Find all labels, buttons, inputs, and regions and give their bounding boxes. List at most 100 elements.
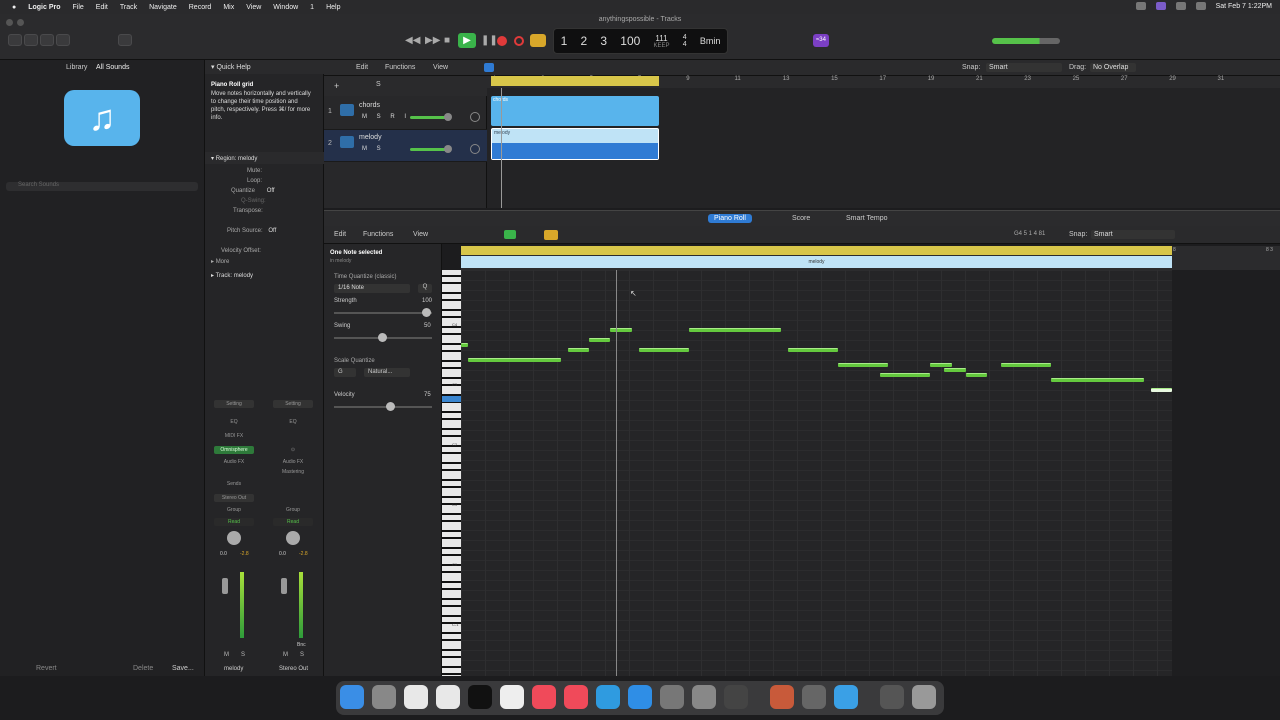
downloads-icon[interactable] [880,685,904,709]
launchpad-icon[interactable] [372,685,396,709]
region-melody[interactable]: melody [491,128,659,160]
midi-note[interactable] [1051,378,1144,382]
pitch-source-value[interactable]: Off [268,228,276,234]
solo-button[interactable]: S [300,652,304,658]
midi-note[interactable] [461,343,469,347]
count-in-badge[interactable]: ≈34 [813,34,829,47]
menu-window[interactable]: Window [273,4,298,11]
menu-help[interactable]: Help [326,4,340,11]
play-button[interactable]: ▶ [458,33,476,48]
apple-icon[interactable]: ● [12,4,16,11]
track-pan-knob[interactable] [470,144,480,154]
midi-in-icon[interactable] [504,230,516,239]
quantize-value[interactable]: Off [267,188,275,194]
swing-slider-thumb[interactable] [378,333,387,342]
midi-note[interactable] [930,363,952,367]
news-icon[interactable] [564,685,588,709]
midi-note[interactable] [588,338,611,342]
menu-mix[interactable]: Mix [223,4,234,11]
playhead[interactable] [616,270,617,676]
drag-select[interactable]: No Overlap [1090,63,1136,72]
output-slot[interactable]: Stereo Out [214,494,254,502]
pr-snap-select[interactable]: Smart [1091,230,1175,239]
setting-button[interactable]: Setting [214,400,254,408]
editors-toggle-icon[interactable] [118,34,132,46]
tab-piano-roll[interactable]: Piano Roll [708,214,752,223]
midi-note[interactable] [965,373,988,377]
tab-score[interactable]: Score [786,214,816,223]
midi-note[interactable] [468,358,561,362]
tracks-view-menu[interactable]: View [433,64,448,71]
activity-monitor-icon[interactable] [724,685,748,709]
track-pan-knob[interactable] [470,112,480,122]
midi-note[interactable] [944,368,966,372]
piano-roll-region-bar[interactable] [461,246,1172,255]
scale-type-select[interactable]: Natural... [364,368,410,377]
mute-button[interactable]: M [224,652,229,658]
volume-fader[interactable] [222,578,228,594]
automation-slot[interactable]: Read [214,518,254,526]
library-toggle-icon[interactable] [8,34,22,46]
audio-fx-slot[interactable]: Audio FX [273,458,313,466]
menu-view[interactable]: View [246,4,261,11]
status-icon[interactable] [1155,2,1166,10]
pan-knob[interactable] [227,531,241,545]
midi-note[interactable] [610,328,632,332]
wifi-icon[interactable] [1175,2,1186,10]
notes-app-icon[interactable] [500,685,524,709]
strength-slider-thumb[interactable] [422,308,431,317]
midi-note[interactable] [567,348,589,352]
trash-icon[interactable] [912,685,936,709]
pr-edit-menu[interactable]: Edit [334,231,346,238]
menu-1[interactable]: 1 [310,4,314,11]
quantize-button[interactable]: Q [418,284,432,293]
instrument-slot[interactable]: Omnisphere [214,446,254,454]
app-icon[interactable] [834,685,858,709]
menu-app[interactable]: Logic Pro [28,4,60,11]
cycle-region[interactable] [491,76,659,86]
snap-select[interactable]: Smart [986,63,1062,72]
track-volume-knob[interactable] [444,145,452,153]
pr-functions-menu[interactable]: Functions [363,231,393,238]
music-icon[interactable] [532,685,556,709]
velocity-offset-row[interactable]: Velocity Offset: [205,248,324,254]
time-quantize-select[interactable]: 1/16 Note [334,284,410,293]
track-playhead[interactable] [501,88,502,208]
keynote-icon[interactable] [596,685,620,709]
chrome-icon[interactable] [404,685,428,709]
search-icon[interactable] [1195,2,1206,10]
status-icon[interactable] [1135,2,1146,10]
save-button[interactable]: Save... [172,665,194,672]
mute-row[interactable]: Mute: [205,168,324,174]
library-filter[interactable]: All Sounds [96,64,129,71]
group-slot[interactable]: Group [273,506,313,514]
loop-row[interactable]: Loop: [205,178,324,184]
menu-record[interactable]: Record [189,4,212,11]
midi-note[interactable] [688,328,781,332]
track-header[interactable]: ▸ Track: melody [205,272,324,279]
clock[interactable]: Sat Feb 7 1:22PM [1216,3,1272,10]
global-solo-button[interactable]: S [376,81,381,88]
app-store-icon[interactable] [628,685,652,709]
rewind-icon[interactable]: ◀◀ [405,35,420,46]
midi-note[interactable] [1001,363,1052,367]
menu-edit[interactable]: Edit [96,4,108,11]
grid-view-icon[interactable] [484,63,494,72]
track-row[interactable]: 2 melody M S [324,130,487,162]
piano-roll-out-of-region[interactable] [1172,270,1280,676]
solo-button[interactable]: S [241,652,245,658]
track-buttons[interactable]: M S [362,146,385,152]
app-icon[interactable] [770,685,794,709]
track-buttons[interactable]: M S R I [362,114,410,120]
forward-icon[interactable]: ▶▶ [425,35,440,46]
midi-fx-slot[interactable]: MIDI FX [214,432,254,440]
piano-keyboard[interactable]: C4 C3 C2 C1 C0 C-1 [442,270,461,676]
pause-icon[interactable]: ❚❚ [481,35,498,46]
track-name[interactable]: chords [359,102,380,109]
search-input[interactable]: Search Sounds [6,182,198,191]
track-row[interactable]: 1 chords M S R I [324,98,487,130]
midi-note[interactable] [837,363,888,367]
add-track-icon[interactable]: + [334,81,339,91]
bounce-button[interactable]: Bnc [297,642,306,648]
cycle-button[interactable] [530,34,546,47]
